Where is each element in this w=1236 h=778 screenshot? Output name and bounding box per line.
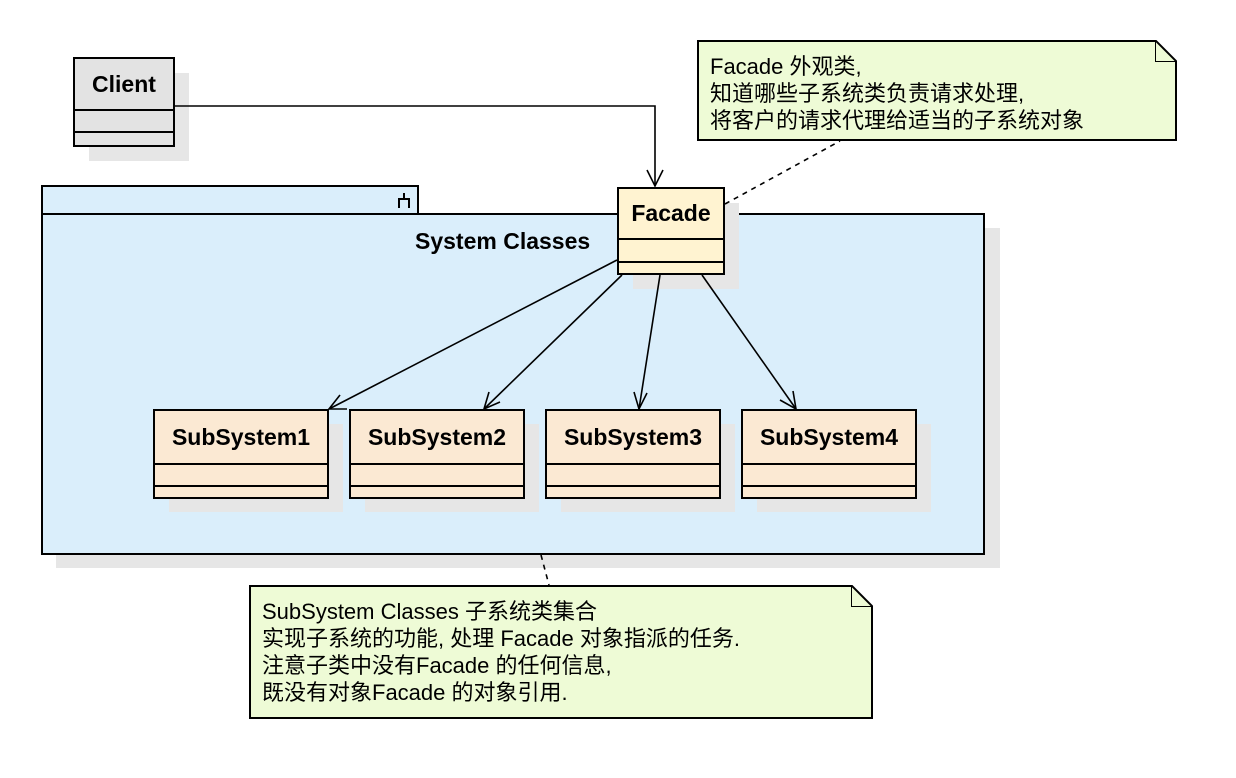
facade-to-subsystem2 <box>483 274 623 410</box>
facade-to-subsystem4 <box>701 274 797 410</box>
facade-note-anchor <box>724 140 841 205</box>
client-to-facade-association <box>175 105 656 186</box>
connectors <box>175 105 841 586</box>
facade-to-subsystem1 <box>328 259 618 410</box>
subsystem-note-anchor <box>540 554 550 586</box>
facade-to-subsystem3 <box>638 274 661 410</box>
